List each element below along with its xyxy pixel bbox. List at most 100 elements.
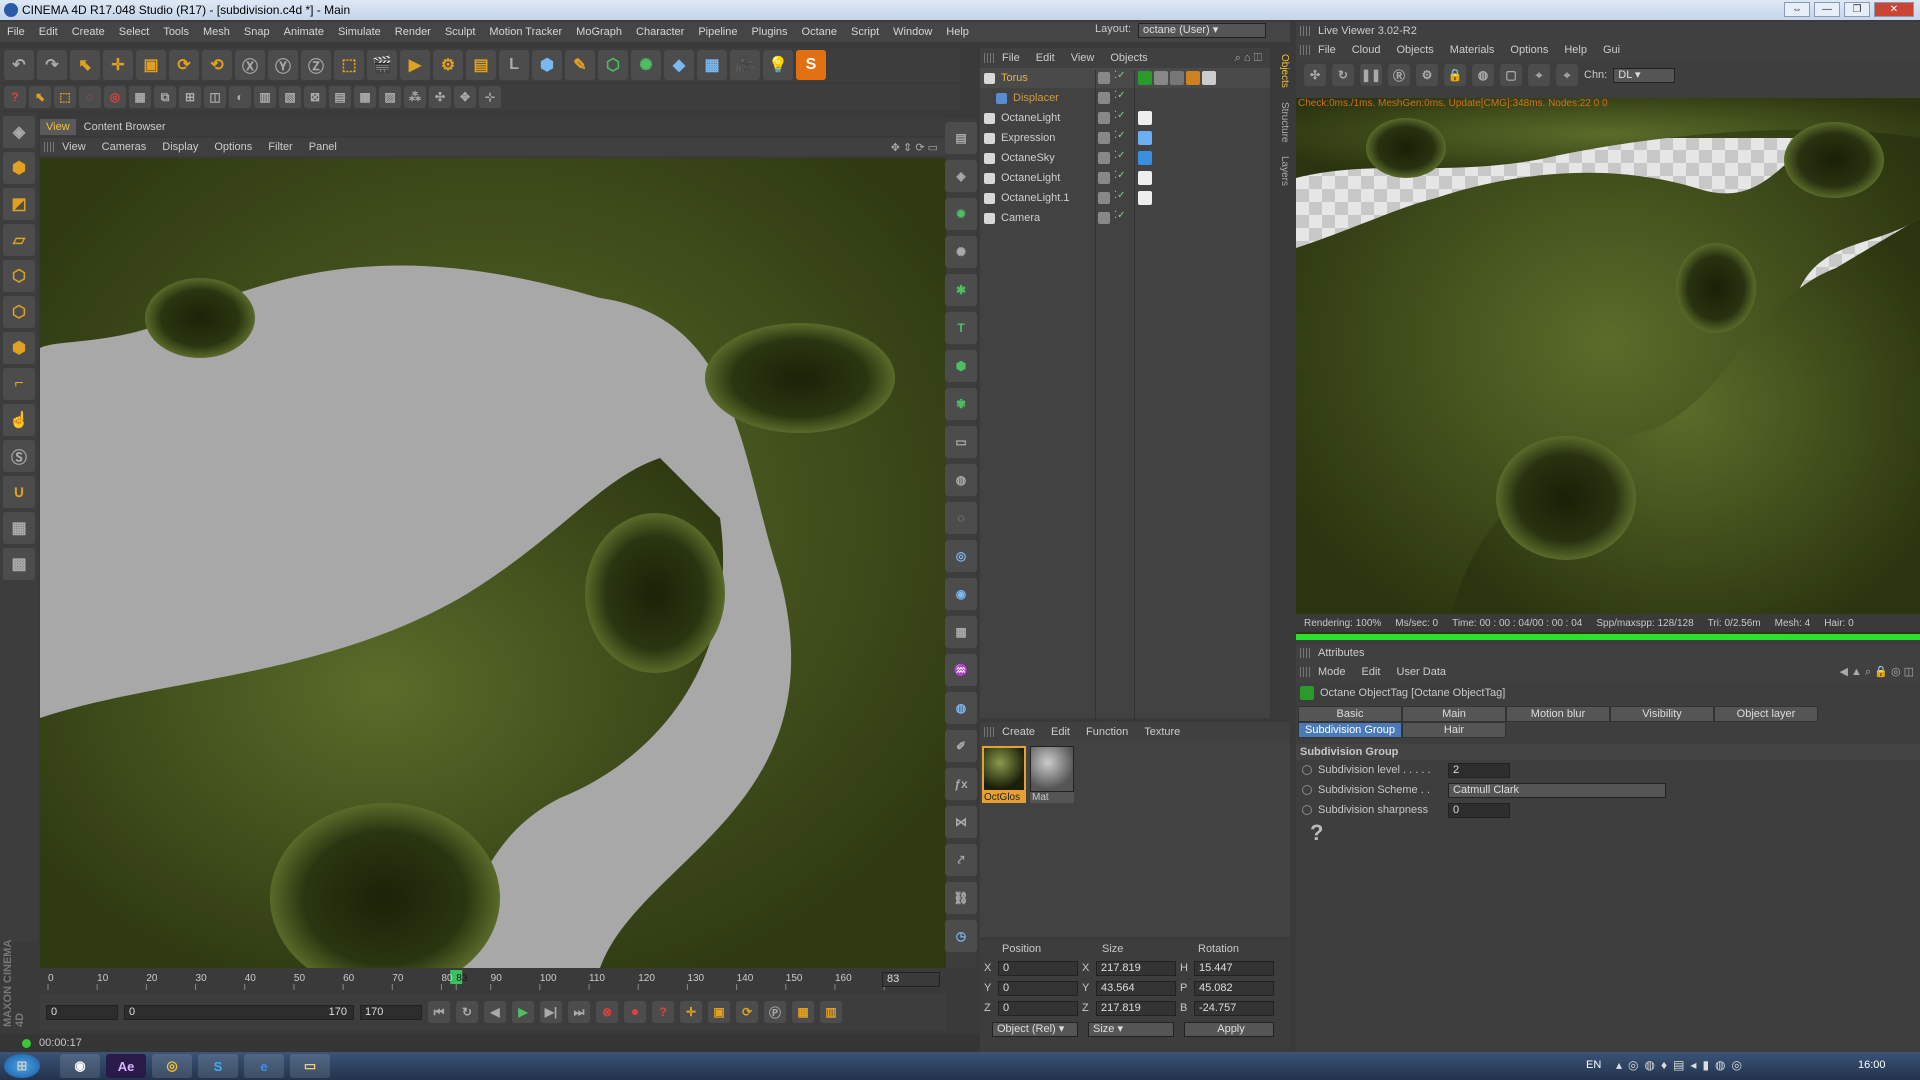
z-axis-lock-icon[interactable]: Ⓩ xyxy=(301,50,331,80)
restore-icon[interactable]: ⇔ xyxy=(1784,2,1810,17)
matrix-tool-icon[interactable]: ▧ xyxy=(279,86,301,108)
render-output[interactable]: Check:0ms./1ms. MeshGen:0ms. Update[CMG]… xyxy=(1296,98,1920,640)
mm-menu-texture[interactable]: Texture xyxy=(1136,726,1188,738)
rotation-field[interactable]: 15.447 xyxy=(1194,960,1274,976)
workplane-icon[interactable]: ◫ xyxy=(204,86,226,108)
menu-motion-tracker[interactable]: Motion Tracker xyxy=(482,26,569,38)
object-name[interactable]: Torus xyxy=(1001,72,1028,84)
viewport-nav-icons[interactable]: ✥ ⇕ ⟳ ▭ xyxy=(883,141,946,154)
menu-script[interactable]: Script xyxy=(844,26,886,38)
light-icon[interactable]: 💡 xyxy=(763,50,793,80)
null-object-icon[interactable]: L xyxy=(499,50,529,80)
move-tool-icon[interactable]: ✛ xyxy=(103,50,133,80)
mm-menu-edit[interactable]: Edit xyxy=(1043,726,1078,738)
object-row-octanesky[interactable]: OctaneSky ⁚✓ xyxy=(980,148,1270,168)
key-rotation-icon[interactable]: ⟳ xyxy=(736,1001,758,1023)
attr-tab-main[interactable]: Main xyxy=(1402,706,1506,722)
frame-range-slider[interactable]: 0 170 xyxy=(124,1004,354,1020)
octane-globe-icon[interactable]: ◍ xyxy=(945,692,977,724)
snap-magnet-icon[interactable]: ∪ xyxy=(3,476,35,508)
mm-menu-create[interactable]: Create xyxy=(994,726,1043,738)
size-field[interactable]: 217.819 xyxy=(1096,1000,1176,1016)
object-name[interactable]: OctaneLight.1 xyxy=(1001,192,1070,204)
workplane-lock-icon[interactable]: ▦ xyxy=(3,512,35,544)
loop-icon[interactable]: ↻ xyxy=(456,1001,478,1023)
lasso-selection-icon[interactable]: ◌ xyxy=(79,86,101,108)
start-orb-icon[interactable]: ⊞ xyxy=(4,1054,40,1078)
material-preview-icon[interactable]: ◍ xyxy=(1472,64,1494,86)
keyframe-selection-icon[interactable]: ? xyxy=(652,1001,674,1023)
animate-radio-icon[interactable] xyxy=(1302,765,1312,775)
menu-edit[interactable]: Edit xyxy=(32,26,65,38)
explorer-taskbar-icon[interactable]: ▭ xyxy=(290,1054,330,1078)
object-row-torus[interactable]: Torus ⁚✓ xyxy=(980,68,1270,88)
attr-tab-hair[interactable]: Hair xyxy=(1402,722,1506,738)
menu-simulate[interactable]: Simulate xyxy=(331,26,388,38)
camera-icon[interactable]: 🎥 xyxy=(730,50,760,80)
maximize-button[interactable]: ❐ xyxy=(1844,2,1870,17)
subdivision-surface-icon[interactable]: ⬡ xyxy=(598,50,628,80)
octane-text-icon[interactable]: T xyxy=(945,312,977,344)
step-forward-icon[interactable]: ▶| xyxy=(540,1001,562,1023)
texture-mode-icon[interactable]: ◩ xyxy=(3,188,35,220)
rotation-field[interactable]: 45.082 xyxy=(1194,980,1274,996)
object-row-expression[interactable]: Expression ⁚✓ xyxy=(980,128,1270,148)
coords-size-dropdown[interactable]: Size ▾ xyxy=(1088,1022,1174,1037)
script-s-icon[interactable]: S xyxy=(796,50,826,80)
mm-menu-function[interactable]: Function xyxy=(1078,726,1136,738)
tab-view[interactable]: View xyxy=(40,119,76,135)
redo-icon[interactable]: ↷ xyxy=(37,50,67,80)
octane-sky-icon[interactable]: ✹ xyxy=(945,198,977,230)
layer-icon[interactable] xyxy=(1098,212,1110,224)
menu-animate[interactable]: Animate xyxy=(277,26,331,38)
octane-clock-icon[interactable]: ◷ xyxy=(945,920,977,952)
arrange-icon[interactable]: ▨ xyxy=(379,86,401,108)
octane-volume-icon[interactable]: ◉ xyxy=(945,578,977,610)
lock-resolution-icon[interactable]: 🔒 xyxy=(1444,64,1466,86)
end-frame-field[interactable]: 170 xyxy=(360,1004,422,1020)
channel-dropdown[interactable]: DL ▾ xyxy=(1613,67,1676,83)
scale-tool-icon[interactable]: ▣ xyxy=(136,50,166,80)
attr-tab-subdivision-group[interactable]: Subdivision Group xyxy=(1298,722,1402,738)
key-position-icon[interactable]: ✛ xyxy=(680,1001,702,1023)
layer-icon[interactable] xyxy=(1098,112,1110,124)
menu-octane[interactable]: Octane xyxy=(795,26,844,38)
object-tag-icon[interactable] xyxy=(1138,171,1152,185)
octane-pick-icon[interactable]: ⤤ xyxy=(945,844,977,876)
start-frame-field[interactable]: 0 xyxy=(46,1004,118,1020)
chrome-taskbar-icon[interactable]: ◎ xyxy=(152,1054,192,1078)
menu-pipeline[interactable]: Pipeline xyxy=(691,26,744,38)
octane-hair-icon[interactable]: ♒ xyxy=(945,654,977,686)
snap-grid-icon[interactable]: ▦ xyxy=(129,86,151,108)
object-tag-icon[interactable] xyxy=(1170,71,1184,85)
y-axis-lock-icon[interactable]: Ⓨ xyxy=(268,50,298,80)
object-tag-icon[interactable] xyxy=(1138,131,1152,145)
minimize-button[interactable]: — xyxy=(1814,2,1840,17)
menu-mograph[interactable]: MoGraph xyxy=(569,26,629,38)
transfer-icon[interactable]: ✣ xyxy=(429,86,451,108)
object-row-octanelight[interactable]: OctaneLight ⁚✓ xyxy=(980,168,1270,188)
cube-primitive-icon[interactable]: ⬢ xyxy=(532,50,562,80)
sculpt-mode-icon[interactable]: ◈ xyxy=(3,116,35,148)
randomize-icon[interactable]: ⁂ xyxy=(404,86,426,108)
quantize-icon[interactable]: ⊠ xyxy=(304,86,326,108)
object-row-octanelight-1[interactable]: OctaneLight.1 ⁚✓ xyxy=(980,188,1270,208)
menu-mesh[interactable]: Mesh xyxy=(196,26,237,38)
animate-radio-icon[interactable] xyxy=(1302,805,1312,815)
octane-scatter-icon[interactable]: ✾ xyxy=(945,388,977,420)
lv-settings-icon[interactable]: ⚙ xyxy=(1416,64,1438,86)
help-icon[interactable]: ? xyxy=(1296,820,1920,846)
layer-icon[interactable] xyxy=(1098,72,1110,84)
attr-tab-basic[interactable]: Basic xyxy=(1298,706,1402,722)
visibility-dots-icon[interactable]: ⁚✓ xyxy=(1114,70,1126,81)
lv-menu-options[interactable]: Options xyxy=(1502,44,1556,56)
scheme-icon[interactable]: ▥ xyxy=(820,1001,842,1023)
play-icon[interactable]: ▶ xyxy=(512,1001,534,1023)
attr-menu-edit[interactable]: Edit xyxy=(1354,666,1389,678)
mirror-icon[interactable]: ⧉ xyxy=(154,86,176,108)
3d-viewport[interactable] xyxy=(40,158,946,968)
undo-icon[interactable]: ↶ xyxy=(4,50,34,80)
coords-mode-dropdown[interactable]: Object (Rel) ▾ xyxy=(992,1022,1078,1037)
layer-icon[interactable] xyxy=(1098,132,1110,144)
object-tag-icon[interactable] xyxy=(1138,151,1152,165)
